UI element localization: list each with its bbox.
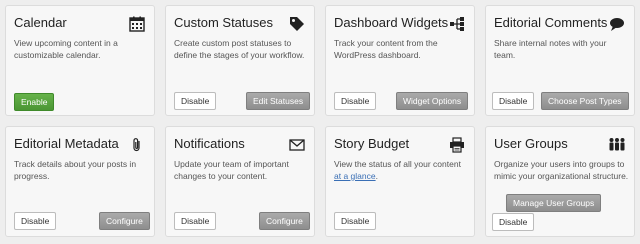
widget-options-button[interactable]: Widget Options: [396, 92, 469, 110]
module-card-user-groups: User Groups Organize your users into gro…: [485, 126, 635, 237]
speech-bubble-icon: [608, 15, 626, 33]
module-title: User Groups: [494, 136, 568, 151]
envelope-icon: [288, 136, 306, 154]
module-description: Organize your users into groups to mimic…: [494, 159, 629, 181]
configure-button[interactable]: Configure: [99, 212, 150, 230]
module-description: Track your content from the WordPress da…: [334, 38, 438, 60]
paperclip-icon: [128, 136, 146, 154]
users-icon: [608, 136, 626, 154]
module-description: View upcoming content in a customizable …: [14, 38, 118, 60]
sitemap-icon: [448, 15, 466, 33]
disable-button[interactable]: Disable: [492, 213, 535, 231]
module-card-story-budget: Story Budget View the status of all your…: [325, 126, 475, 237]
module-card-dashboard-widgets: Dashboard Widgets Track your content fro…: [325, 5, 475, 116]
module-title: Custom Statuses: [174, 15, 273, 30]
configure-button[interactable]: Configure: [259, 212, 310, 230]
module-description: Share internal notes with your team.: [494, 38, 607, 60]
module-title: Notifications: [174, 136, 245, 151]
disable-button[interactable]: Disable: [492, 92, 535, 110]
module-card-editorial-metadata: Editorial Metadata Track details about y…: [5, 126, 155, 237]
module-title: Editorial Comments: [494, 15, 608, 30]
printer-icon: [448, 136, 466, 154]
description-text: View the status of all your content: [334, 159, 461, 169]
module-title: Editorial Metadata: [14, 136, 119, 151]
module-description: View the status of all your content at a…: [334, 158, 470, 182]
modules-grid: Calendar View upcoming content in a cust…: [0, 0, 640, 244]
tag-icon: [288, 15, 306, 33]
module-card-notifications: Notifications Update your team of import…: [165, 126, 315, 237]
description-suffix: .: [375, 171, 378, 181]
enable-button[interactable]: Enable: [14, 93, 55, 111]
choose-post-types-button[interactable]: Choose Post Types: [541, 92, 629, 110]
module-title: Story Budget: [334, 136, 410, 151]
module-card-calendar: Calendar View upcoming content in a cust…: [5, 5, 155, 116]
at-a-glance-link[interactable]: at a glance: [334, 171, 376, 181]
disable-button[interactable]: Disable: [14, 212, 57, 230]
module-description: Update your team of important changes to…: [174, 159, 289, 181]
module-card-custom-statuses: Custom Statuses Create custom post statu…: [165, 5, 315, 116]
edit-statuses-button[interactable]: Edit Statuses: [246, 92, 311, 110]
module-title: Dashboard Widgets: [334, 15, 449, 30]
disable-button[interactable]: Disable: [174, 212, 217, 230]
disable-button[interactable]: Disable: [334, 212, 377, 230]
calendar-icon: [128, 15, 146, 33]
module-card-editorial-comments: Editorial Comments Share internal notes …: [485, 5, 635, 116]
disable-button[interactable]: Disable: [174, 92, 217, 110]
module-description: Track details about your posts in progre…: [14, 159, 137, 181]
disable-button[interactable]: Disable: [334, 92, 377, 110]
manage-user-groups-button[interactable]: Manage User Groups: [506, 194, 602, 212]
module-title: Calendar: [14, 15, 67, 30]
module-description: Create custom post statuses to define th…: [174, 38, 305, 60]
